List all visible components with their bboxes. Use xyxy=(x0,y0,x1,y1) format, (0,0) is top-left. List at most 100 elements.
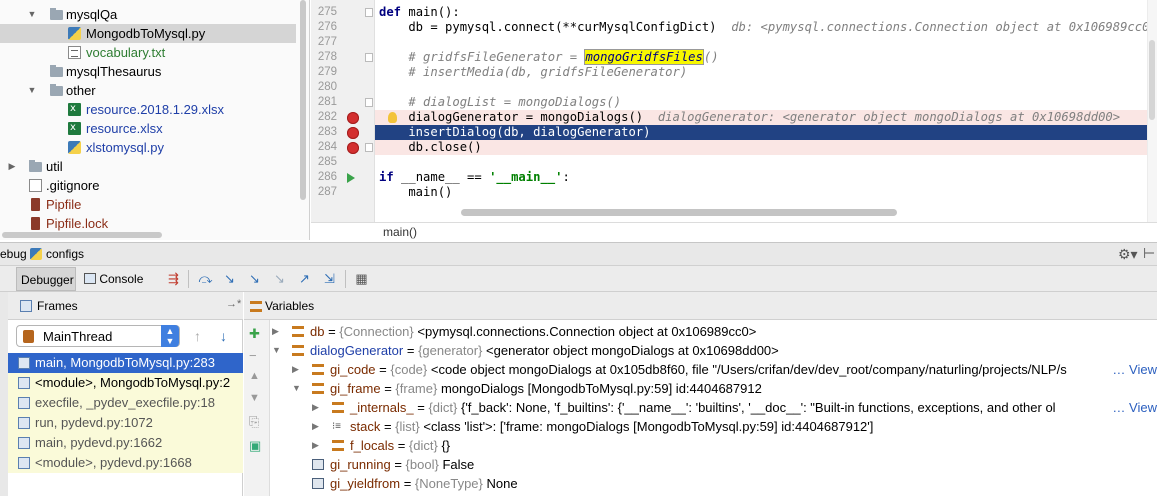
tab-debugger[interactable]: Debugger xyxy=(16,267,76,291)
view-link[interactable]: … View xyxy=(1110,360,1157,379)
show-execution-point-icon[interactable]: ⇶ xyxy=(166,271,181,286)
code-line[interactable]: if __name__ == '__main__': xyxy=(375,170,1157,185)
run-gutter-icon[interactable] xyxy=(347,173,355,183)
frame-item[interactable]: execfile, _pydev_execfile.py:18 xyxy=(8,393,243,413)
tree-item-resource[interactable]: resource.xlsx xyxy=(0,118,296,138)
variable-row[interactable]: gi_yieldfrom = {NoneType} None xyxy=(270,474,1157,493)
variable-row[interactable]: ▼ dialogGenerator = {generator} <generato… xyxy=(270,341,1157,360)
fold-marker-icon[interactable] xyxy=(365,53,373,62)
variable-value: <pymysql.connections.Connection object a… xyxy=(417,324,757,339)
chevron-down-icon[interactable]: ▼ xyxy=(292,379,301,398)
code-line[interactable]: # insertMedia(db, gridfsFileGenerator) xyxy=(375,65,1157,80)
tab-console[interactable]: Console →* xyxy=(80,267,160,310)
tree-item-label: resource.xlsx xyxy=(86,121,163,136)
lightbulb-icon[interactable] xyxy=(388,112,397,123)
code-line[interactable]: insertDialog(db, dialogGenerator) xyxy=(375,125,1157,140)
variable-row[interactable]: ▶ db = {Connection} <pymysql.connections.… xyxy=(270,322,1157,341)
chevron-down-icon[interactable]: ▼ xyxy=(26,81,38,100)
breakpoint-icon[interactable] xyxy=(347,142,359,154)
step-over-icon[interactable]: ⤼ xyxy=(198,271,213,286)
next-frame-icon[interactable]: ↓ xyxy=(220,328,227,344)
frame-item[interactable]: main, MongodbToMysql.py:283 xyxy=(8,353,243,373)
tree-vertical-scrollbar[interactable] xyxy=(300,0,306,200)
code-line[interactable] xyxy=(375,35,1157,50)
tree-item-gitignore[interactable]: .gitignore xyxy=(0,176,296,195)
fold-marker-icon[interactable] xyxy=(365,8,373,17)
chevron-right-icon[interactable]: ▶ xyxy=(6,157,18,176)
tree-item-resource-2018[interactable]: resource.2018.1.29.xlsx xyxy=(0,99,296,119)
chevron-right-icon[interactable]: ▶ xyxy=(312,417,319,436)
pin-icon[interactable]: →* xyxy=(226,298,241,310)
step-into-icon[interactable]: ↘ xyxy=(222,271,237,286)
variable-type: {frame} xyxy=(395,381,438,396)
force-step-into-icon[interactable]: ↘ xyxy=(272,271,287,286)
code-line[interactable] xyxy=(375,155,1157,170)
editor-gutter[interactable]: 275 276 277 278 279 280 281 282 283 284 285 286 287 xyxy=(311,0,375,222)
evaluate-expression-icon[interactable]: ▦ xyxy=(354,271,369,286)
run-to-cursor-icon[interactable]: ⇲ xyxy=(322,271,337,286)
chevron-right-icon[interactable]: ▶ xyxy=(312,436,319,455)
code-line[interactable] xyxy=(375,80,1157,95)
code-editor[interactable]: 275 276 277 278 279 280 281 282 283 284 285 286 287 … xyxy=(311,0,1157,222)
code-line[interactable]: # gridfsFileGenerator = mongoGridfsFiles… xyxy=(375,49,1157,65)
code-line[interactable]: # dialogList = mongoDialogs() xyxy=(375,95,1157,110)
python-config-icon xyxy=(30,248,42,260)
chevron-down-icon[interactable]: ▼ xyxy=(272,341,281,360)
chevron-down-icon[interactable]: ▼ xyxy=(26,5,38,24)
frame-item[interactable]: <module>, pydevd.py:1668 xyxy=(8,453,243,473)
code-line[interactable]: db = pymysql.connect(**curMysqlConfigDic… xyxy=(375,20,1157,35)
tree-item-pipfile-lock[interactable]: Pipfile.lock xyxy=(0,214,296,233)
thread-selector[interactable]: MainThread ▲ ▼ xyxy=(16,325,180,347)
code-line[interactable]: def main(): xyxy=(375,5,1157,20)
tab-label: Debugger xyxy=(21,273,74,287)
tree-item-util[interactable]: ▶ util xyxy=(0,157,296,176)
fold-marker-icon[interactable] xyxy=(365,98,373,107)
chevron-right-icon[interactable]: ▶ xyxy=(292,360,299,379)
breadcrumb-item[interactable]: main() xyxy=(383,225,417,239)
chevron-right-icon[interactable]: ▶ xyxy=(272,322,279,341)
scroll-thumb[interactable] xyxy=(1149,40,1155,120)
editor-vertical-scrollbar[interactable] xyxy=(1147,0,1157,222)
variable-row[interactable]: ▶ ⁝≡ stack = {list} <class 'list'>: ['fram… xyxy=(270,417,1157,436)
tree-item-pipfile[interactable]: Pipfile xyxy=(0,195,296,214)
step-into-my-code-icon[interactable]: ↘ xyxy=(247,271,262,286)
remove-watch-icon[interactable]: − xyxy=(249,348,257,363)
gear-icon[interactable]: ⚙▾ xyxy=(1118,246,1138,263)
tree-horizontal-scrollbar[interactable] xyxy=(2,232,162,238)
code-line[interactable]: dialogGenerator = mongoDialogs() dialogG… xyxy=(375,110,1157,125)
copy-icon[interactable]: ⎘ xyxy=(249,414,259,430)
variable-row[interactable]: ▶ gi_code = {code} <code object mongoDial… xyxy=(270,360,1157,379)
frame-item[interactable]: run, pydevd.py:1072 xyxy=(8,413,243,433)
editor-horizontal-scrollbar[interactable] xyxy=(461,209,897,216)
chevron-right-icon[interactable]: ▶ xyxy=(312,398,319,417)
tree-item-mysqlthesaurus[interactable]: mysqlThesaurus xyxy=(0,62,296,81)
variable-row[interactable]: ▶ f_locals = {dict} {} xyxy=(270,436,1157,455)
tree-item-mysqlqa[interactable]: ▼ mysqlQa xyxy=(0,5,296,24)
frame-item[interactable]: <module>, MongodbToMysql.py:2 xyxy=(8,373,243,393)
breakpoint-icon[interactable] xyxy=(347,112,359,124)
variable-row[interactable]: ▼ gi_frame = {frame} mongoDialogs [Mongod… xyxy=(270,379,1157,398)
primitive-icon xyxy=(312,478,324,489)
code-line[interactable]: db.close() xyxy=(375,140,1157,155)
move-up-icon[interactable]: ▲ xyxy=(249,370,260,382)
view-link[interactable]: … View xyxy=(1110,398,1157,417)
breakpoint-icon[interactable] xyxy=(347,127,359,139)
move-down-icon[interactable]: ▼ xyxy=(249,392,260,404)
tree-item-mongodbtomysql[interactable]: MongodbToMysql.py xyxy=(0,24,296,43)
variable-row[interactable]: ▶ _internals_ = {dict} {'f_back': None, '… xyxy=(270,398,1157,417)
variable-row[interactable]: gi_running = {bool} False xyxy=(270,455,1157,474)
frame-item[interactable]: main, pydevd.py:1662 xyxy=(8,433,243,453)
new-watch-icon[interactable]: ✚ xyxy=(249,326,260,342)
previous-frame-icon[interactable]: ↑ xyxy=(194,328,201,344)
tree-item-vocabulary[interactable]: vocabulary.txt xyxy=(0,43,296,62)
fold-marker-icon[interactable] xyxy=(365,143,373,152)
hide-icon[interactable]: ⊢ xyxy=(1143,245,1155,262)
code-line[interactable]: main() xyxy=(375,185,1157,200)
chevron-updown-icon[interactable]: ▲ ▼ xyxy=(161,325,179,347)
tree-item-xlstomysql[interactable]: xlstomysql.py xyxy=(0,138,296,157)
variable-name: gi_running xyxy=(330,457,391,472)
step-out-icon[interactable]: ↗ xyxy=(297,271,312,286)
watches-icon[interactable]: ▣ xyxy=(249,438,261,454)
tree-item-other[interactable]: ▼ other xyxy=(0,81,296,100)
console-icon xyxy=(84,273,96,284)
